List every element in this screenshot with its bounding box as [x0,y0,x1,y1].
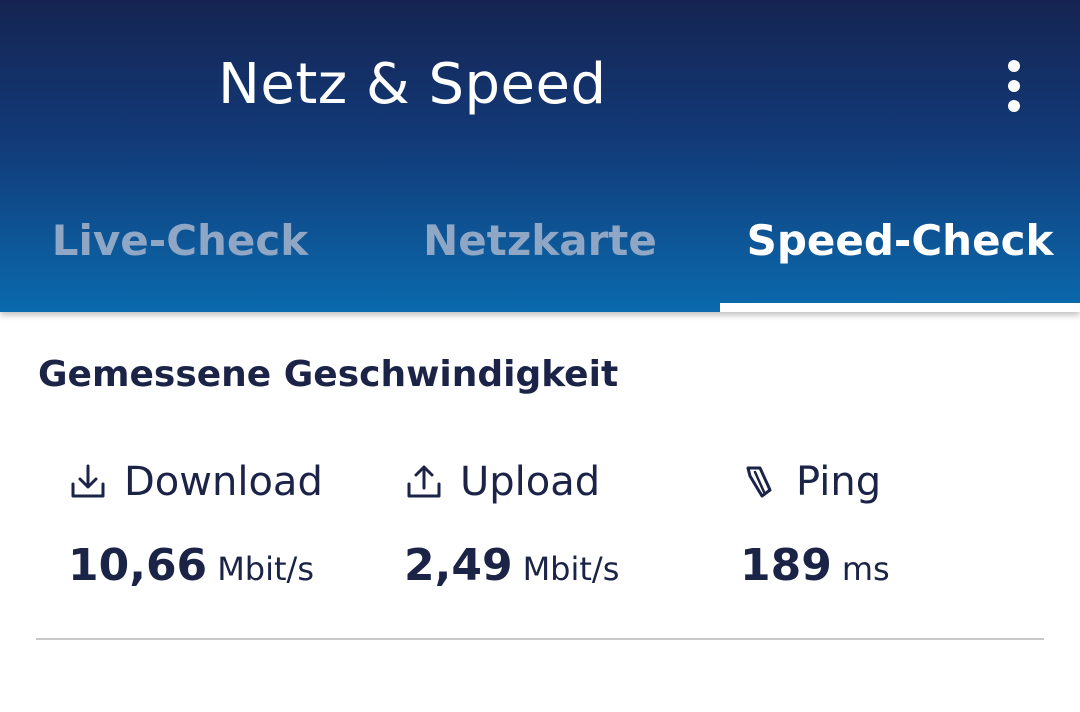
active-tab-indicator [720,303,1080,312]
tab-bar: Live-Check Netzkarte Speed-Check [0,200,1080,312]
ping-metric: Ping 189 ms [740,452,890,602]
ping-label: Ping [796,459,882,505]
upload-metric: Upload 2,49 Mbit/s [404,452,619,602]
upload-icon [407,465,441,498]
app-bar: Netz & Speed Live-Check Netzkarte Speed-… [0,0,1080,312]
tab-label: Live-Check [51,216,309,265]
download-metric: Download 10,66 Mbit/s [68,452,323,602]
page-title: Netz & Speed [218,52,607,117]
ping-unit: ms [841,550,890,588]
more-dot [1008,60,1020,72]
upload-unit: Mbit/s [522,550,620,588]
divider [36,638,1044,640]
ping-value: 189 [740,540,832,591]
upload-value: 2,49 [404,540,513,591]
more-dot [1008,80,1020,92]
section-title: Gemessene Geschwindigkeit [38,354,619,395]
tab-live-check[interactable]: Live-Check [0,200,360,312]
download-label: Download [124,459,323,505]
download-icon [71,464,105,498]
tab-label: Netzkarte [423,216,657,265]
upload-label: Upload [460,459,601,505]
more-options-icon[interactable] [992,56,1036,116]
more-dot [1008,100,1020,112]
download-unit: Mbit/s [217,550,314,588]
tab-label: Speed-Check [746,216,1054,265]
tab-speed-check[interactable]: Speed-Check [720,200,1080,312]
ping-icon [746,466,772,498]
download-value: 10,66 [68,540,208,591]
tab-netzkarte[interactable]: Netzkarte [360,200,720,312]
